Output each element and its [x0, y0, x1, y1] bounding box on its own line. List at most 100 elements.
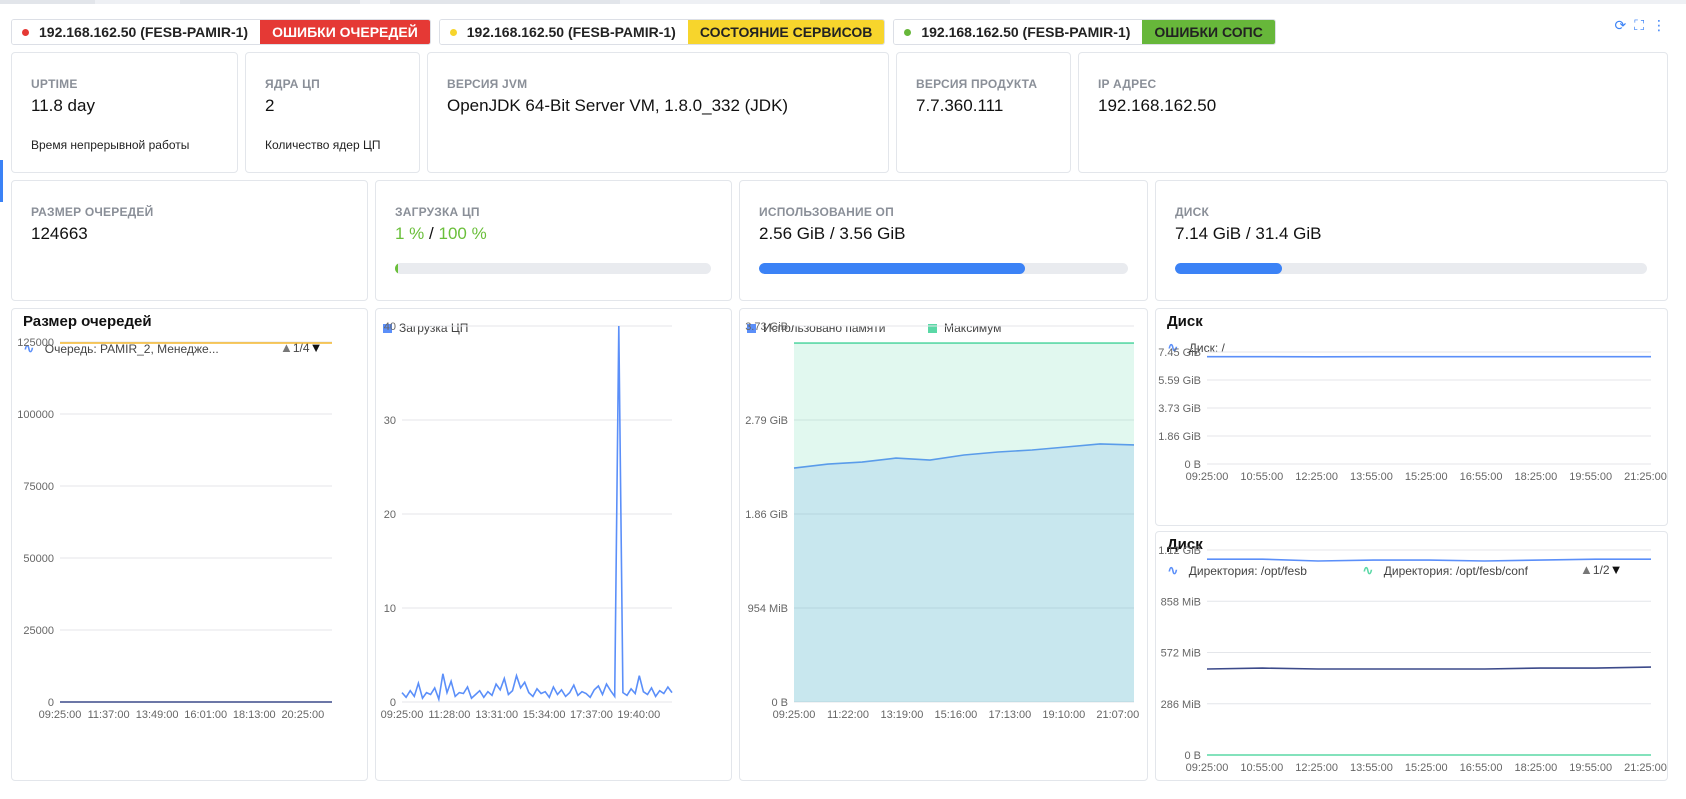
cpu-load-chart: 0 10 20 30 40 09:25:00 11:28:00 13:31:00 15:34:0… — [381, 321, 673, 721]
x-tick-label: 18:25:00 — [1514, 762, 1557, 774]
disk-dirs-chart-panel: Диск ∿ Директория: /opt/fesb ∿ Директория:… — [1155, 531, 1668, 781]
tab-service-state[interactable]: 192.168.162.50 (FESB-PAMIR-1) СОСТОЯНИЕ … — [438, 19, 886, 45]
memory-used: 2.56 GiB — [759, 224, 826, 243]
dashboard-tabs: 192.168.162.50 (FESB-PAMIR-1) ОШИБКИ ОЧЕ… — [11, 19, 1276, 45]
tab-sops-errors[interactable]: 192.168.162.50 (FESB-PAMIR-1) ОШИБКИ СОП… — [893, 19, 1276, 45]
x-tick-label: 13:19:00 — [881, 709, 924, 721]
y-tick-label: 2.79 GiB — [745, 415, 788, 427]
x-tick-label: 13:31:00 — [475, 709, 518, 721]
cpu-load-label: ЗАГРУЗКА ЦП — [395, 205, 480, 219]
ip-address-value: 192.168.162.50 — [1098, 96, 1217, 115]
x-tick-label: 11:22:00 — [827, 709, 869, 721]
x-tick-label: 19:10:00 — [1042, 709, 1085, 721]
y-tick-label: 40 — [384, 321, 396, 333]
x-tick-label: 17:37:00 — [570, 709, 613, 721]
y-tick-label: 1.86 GiB — [745, 509, 788, 521]
disk-root-chart: 0 B 1.86 GiB 3.73 GiB 5.59 GiB 7.45 GiB 09:25… — [1158, 347, 1667, 483]
y-tick-label: 10 — [384, 603, 396, 615]
more-vertical-icon[interactable]: ⋮ — [1652, 17, 1666, 34]
x-tick-label: 19:40:00 — [617, 709, 660, 721]
x-tick-label: 16:55:00 — [1460, 471, 1503, 483]
x-tick-label: 13:55:00 — [1350, 471, 1393, 483]
x-tick-label: 19:55:00 — [1569, 471, 1612, 483]
x-tick-label: 15:25:00 — [1405, 762, 1448, 774]
x-tick-label: 20:25:00 — [281, 709, 324, 721]
disk-root-chart-panel: Диск ∿ Диск: / 0 B 1.86 GiB 3.73 GiB 5.59 Gi… — [1155, 308, 1668, 526]
x-tick-label: 11:37:00 — [88, 709, 130, 721]
y-tick-label: 572 MiB — [1161, 648, 1201, 660]
disk-usage-label: ДИСК — [1175, 205, 1209, 219]
disk-progress-fill — [1175, 263, 1283, 274]
disk-dirs-chart: 0 B 286 MiB 572 MiB 858 MiB 1.12 GiB 09:25:00… — [1158, 545, 1667, 774]
y-tick-label: 25000 — [23, 625, 54, 637]
ip-address-card: IP АДРЕС 192.168.162.50 — [1078, 52, 1668, 173]
fullscreen-icon[interactable]: ⛶ — [1634, 17, 1644, 34]
cpu-cores-card: ЯДРА ЦП 2 Количество ядер ЦП — [245, 52, 420, 173]
queue-size-value: 124663 — [31, 224, 88, 243]
tab-host-label: 192.168.162.50 (FESB-PAMIR-1) — [39, 24, 249, 40]
tab-host-label: 192.168.162.50 (FESB-PAMIR-1) — [466, 24, 676, 40]
x-tick-label: 09:25:00 — [381, 709, 424, 721]
tab-status-label: СОСТОЯНИЕ СЕРВИСОВ — [687, 20, 885, 44]
x-tick-label: 17:13:00 — [988, 709, 1031, 721]
x-tick-label: 09:25:00 — [39, 709, 82, 721]
memory-progress — [759, 263, 1128, 274]
y-tick-label: 954 MiB — [748, 603, 788, 615]
jvm-version-card: ВЕРСИЯ JVM OpenJDK 64-Bit Server VM, 1.8… — [427, 52, 889, 173]
x-tick-label: 10:55:00 — [1240, 471, 1283, 483]
series-line — [1206, 666, 1652, 670]
disk-usage-card: ДИСК 7.14 GiB / 31.4 GiB — [1155, 180, 1668, 301]
x-tick-label: 21:25:00 — [1624, 762, 1667, 774]
product-version-card: ВЕРСИЯ ПРОДУКТА 7.7.360.111 — [896, 52, 1071, 173]
memory-progress-fill — [759, 263, 1025, 274]
tab-queue-errors[interactable]: 192.168.162.50 (FESB-PAMIR-1) ОШИБКИ ОЧЕ… — [11, 19, 431, 45]
y-tick-label: 3.73 GiB — [1158, 403, 1201, 415]
uptime-card: UPTIME 11.8 day Время непрерывной работы — [11, 52, 238, 173]
x-tick-label: 13:49:00 — [136, 709, 179, 721]
x-tick-label: 15:25:00 — [1405, 471, 1448, 483]
cpu-load-progress-fill — [395, 263, 399, 274]
x-tick-label: 16:01:00 — [184, 709, 227, 721]
jvm-version-value: OpenJDK 64-Bit Server VM, 1.8.0_332 (JDK… — [447, 96, 789, 115]
uptime-description: Время непрерывной работы — [31, 138, 190, 152]
x-tick-label: 13:55:00 — [1350, 762, 1393, 774]
memory-usage-card: ИСПОЛЬЗОВАНИЕ ОП 2.56 GiB / 3.56 GiB — [739, 180, 1148, 301]
disk-total: 31.4 GiB — [1255, 224, 1322, 243]
cpu-load-chart-panel: Загрузка ЦП 0 10 20 30 40 09:25:00 11:28:00 13:… — [375, 308, 732, 781]
y-tick-label: 3.73 GiB — [745, 321, 788, 333]
y-tick-label: 0 B — [771, 697, 788, 709]
disk-separator: / — [1245, 224, 1251, 243]
memory-separator: / — [829, 224, 835, 243]
x-tick-label: 09:25:00 — [1186, 762, 1229, 774]
x-tick-label: 11:28:00 — [428, 709, 470, 721]
x-tick-label: 18:25:00 — [1514, 471, 1557, 483]
x-tick-label: 12:25:00 — [1295, 762, 1338, 774]
product-version-value: 7.7.360.111 — [916, 96, 1004, 115]
y-tick-label: 50000 — [23, 553, 54, 565]
y-tick-label: 75000 — [23, 481, 54, 493]
refresh-icon[interactable]: ⟳ — [1614, 17, 1626, 34]
y-tick-label: 1.12 GiB — [1158, 545, 1201, 557]
tab-status-label: ОШИБКИ СОПС — [1142, 20, 1275, 44]
cpu-cores-description: Количество ядер ЦП — [265, 138, 381, 152]
x-tick-label: 18:13:00 — [233, 709, 276, 721]
memory-usage-label: ИСПОЛЬЗОВАНИЕ ОП — [759, 205, 894, 219]
disk-progress — [1175, 263, 1647, 274]
queue-size-label: РАЗМЕР ОЧЕРЕДЕЙ — [31, 205, 154, 219]
x-tick-label: 10:55:00 — [1240, 762, 1283, 774]
y-tick-label: 20 — [384, 509, 396, 521]
uptime-label: UPTIME — [31, 77, 78, 91]
y-tick-label: 5.59 GiB — [1158, 375, 1201, 387]
disk-used: 7.14 GiB — [1175, 224, 1242, 243]
y-tick-label: 30 — [384, 415, 396, 427]
x-tick-label: 19:55:00 — [1569, 762, 1612, 774]
status-dot-icon — [904, 28, 912, 36]
x-tick-label: 09:25:00 — [1186, 471, 1229, 483]
x-tick-label: 21:25:00 — [1624, 471, 1667, 483]
memory-chart-panel: Использовано памяти Максимум 0 B 954 MiB 1… — [739, 308, 1148, 781]
queue-size-chart: 0 25000 50000 75000 100000 125000 09:25:00 11:3… — [17, 337, 332, 721]
y-tick-label: 0 B — [1184, 750, 1201, 762]
y-tick-label: 7.45 GiB — [1158, 347, 1201, 359]
dashboard-toolbar: ⟳ ⛶ ⋮ — [1614, 17, 1666, 34]
y-tick-label: 858 MiB — [1161, 596, 1201, 608]
